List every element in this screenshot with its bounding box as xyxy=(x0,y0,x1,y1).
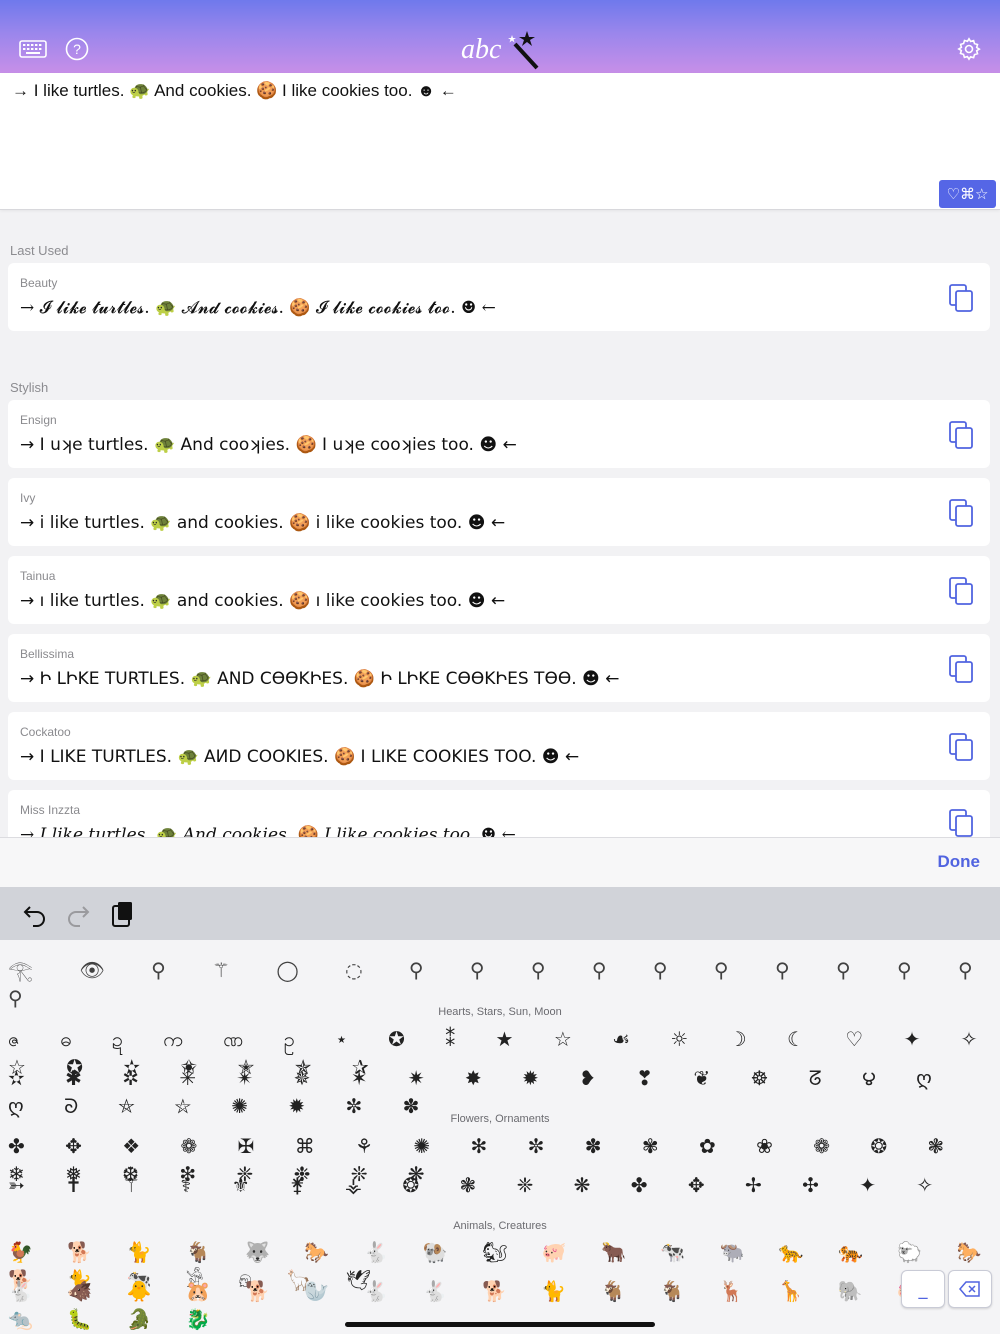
symbol-row-people[interactable]: 𓂀 👁 ⚲ ⚚ ◯ ◌ ⚲ ⚲ ⚲ ⚲ ⚲ ⚲ ⚲ ⚲ ⚲ ⚲ ⚲ xyxy=(8,956,998,1012)
font-preview: → i like turtles. 🐢 and cookies. 🍪 i lik… xyxy=(20,513,506,533)
symbol-keyboard: 𓂀 👁 ⚲ ⚚ ◯ ◌ ⚲ ⚲ ⚲ ⚲ ⚲ ⚲ ⚲ ⚲ ⚲ ⚲ ⚲ Hearts… xyxy=(0,940,1000,1334)
font-preview: → 𝓘 𝓵𝓲𝓴𝓮 𝓽𝓾𝓻𝓽𝓵𝓮𝓼. 🐢 𝓐𝓷𝓭 𝓬𝓸𝓸𝓴𝓲𝓮𝓼. 🍪 𝓘 𝓵𝓲𝓴… xyxy=(20,298,496,318)
font-card-tainua[interactable]: Tainua → ı like turtles. 🐢 and cookies. … xyxy=(8,556,990,624)
copy-icon[interactable] xyxy=(948,808,974,837)
home-indicator xyxy=(345,1322,655,1327)
category-title-hearts: Hearts, Stars, Sun, Moon xyxy=(438,1006,562,1018)
symbol-row-flowers-2[interactable]: ➳ ✝ ⚚ ⚕ ⚜ ⚵ ⚶ ❂ ❃ ❈ ❋ ✤ ✥ ✢ ✣ ✦ ✧ xyxy=(8,1171,998,1199)
category-title-animals: Animals, Creatures xyxy=(453,1220,547,1232)
section-title-stylish: Stylish xyxy=(10,380,49,395)
copy-icon[interactable] xyxy=(948,576,974,606)
section-title-last-used: Last Used xyxy=(10,243,69,258)
keyboard-icon[interactable] xyxy=(18,34,48,64)
category-title-flowers: Flowers, Ornaments xyxy=(450,1113,550,1125)
font-name: Tainua xyxy=(20,569,56,583)
font-name: Cockatoo xyxy=(20,725,71,739)
undo-icon[interactable] xyxy=(22,901,48,927)
symbol-row-text[interactable]: ✫ ✱ ✲ ✳ ✴ ✵ ✶ ✷ ✸ ✹ ❥ ❣ ❦ ☸ ᘔ ౪ ღ ღ ᘐ ⛤ … xyxy=(8,1064,998,1120)
font-card-ivy[interactable]: Ivy → i like turtles. 🐢 and cookies. 🍪 i… xyxy=(8,478,990,546)
font-card-bellissima[interactable]: Bellissima → Ի ԼԻKE TURTLES. 🐢 AND CӨӨKԻ… xyxy=(8,634,990,702)
font-card-ensign[interactable]: Ensign → I uʞe turtles. 🐢 And cooʞies. 🍪… xyxy=(8,400,990,468)
font-name: Miss Inzzta xyxy=(20,803,81,817)
app-logo: abc xyxy=(455,22,550,74)
font-name: Ensign xyxy=(20,413,57,427)
settings-icon[interactable] xyxy=(955,34,983,64)
keyboard-toolbar xyxy=(0,887,1000,940)
font-card-miss-inzzta[interactable]: Miss Inzzta → 𝐼 𝑙𝑖𝑘𝑒 𝑡𝑢𝑟𝑡𝑙𝑒𝑠. 🐢 𝐴𝑛𝑑 𝑐𝑜𝑜𝑘… xyxy=(8,790,990,837)
backspace-icon xyxy=(959,1281,980,1297)
symbol-row-hearts-2[interactable]: ✫ ✱ ✲ ✳ ✴ ✵ ✶ ✷ ✸ ✹ ❥ ❣ ❦ ☸ ᘔ ౪ ღ ღ ᘐ ⛤ … xyxy=(8,1064,998,1120)
app-header: ? abc xyxy=(0,0,1000,73)
help-icon[interactable]: ? xyxy=(64,34,90,64)
logo-text: abc xyxy=(461,34,502,65)
symbol-row-people-text[interactable]: 𓂀 👁 ⚲ ⚚ ◯ ◌ ⚲ ⚲ ⚲ ⚲ ⚲ ⚲ ⚲ ⚲ ⚲ ⚲ ⚲ xyxy=(8,956,998,1012)
font-preview: → Ի ԼԻKE TURTLES. 🐢 AND CӨӨKԻES. 🍪 Ի ԼԻK… xyxy=(20,669,620,689)
copy-icon[interactable] xyxy=(948,732,974,762)
underscore-key[interactable]: _ xyxy=(901,1270,945,1308)
paste-icon[interactable] xyxy=(110,901,136,927)
font-preview: → ı like turtles. 🐢 and cookies. 🍪 ı lik… xyxy=(20,591,506,611)
font-card-cockatoo[interactable]: Cockatoo → I LIKE TURTLES. 🐢 AИD COOKIES… xyxy=(8,712,990,780)
font-name: Bellissima xyxy=(20,647,75,661)
keyboard-accessory-bar: Done xyxy=(0,837,1000,888)
font-preview: → 𝐼 𝑙𝑖𝑘𝑒 𝑡𝑢𝑟𝑡𝑙𝑒𝑠. 🐢 𝐴𝑛𝑑 𝑐𝑜𝑜𝑘𝑖𝑒𝑠. 🍪 𝐼 𝑙𝑖𝑘… xyxy=(20,825,516,837)
copy-icon[interactable] xyxy=(948,654,974,684)
font-preview: → I LIKE TURTLES. 🐢 AИD COOKIES. 🍪 I LIK… xyxy=(20,747,580,767)
favorites-symbols-button[interactable]: ♡⌘☆ xyxy=(939,180,996,208)
font-preview: → I uʞe turtles. 🐢 And cooʞies. 🍪 I uʞe … xyxy=(20,435,517,455)
favorites-symbols: ♡⌘☆ xyxy=(946,185,989,203)
font-card-beauty[interactable]: Beauty → 𝓘 𝓵𝓲𝓴𝓮 𝓽𝓾𝓻𝓽𝓵𝓮𝓼. 🐢 𝓐𝓷𝓭 𝓬𝓸𝓸𝓴𝓲𝓮𝓼. … xyxy=(8,263,990,331)
font-name: Ivy xyxy=(20,491,36,505)
redo-icon[interactable] xyxy=(65,901,91,927)
copy-icon[interactable] xyxy=(948,498,974,528)
copy-icon[interactable] xyxy=(948,420,974,450)
editor-text[interactable]: → I like turtles. 🐢 And cookies. 🍪 I lik… xyxy=(12,81,457,101)
backspace-key[interactable] xyxy=(948,1270,992,1308)
text-editor[interactable]: → I like turtles. 🐢 And cookies. 🍪 I lik… xyxy=(0,73,1000,210)
underscore-key-label: _ xyxy=(918,1278,928,1300)
done-button[interactable]: Done xyxy=(938,852,981,872)
symbol-row-text[interactable]: ➳ ✝ ⚚ ⚕ ⚜ ⚵ ⚶ ❂ ❃ ❈ ❋ ✤ ✥ ✢ ✣ ✦ ✧ xyxy=(8,1171,950,1199)
copy-icon[interactable] xyxy=(948,283,974,313)
svg-text:?: ? xyxy=(73,41,81,57)
font-name: Beauty xyxy=(20,276,58,290)
